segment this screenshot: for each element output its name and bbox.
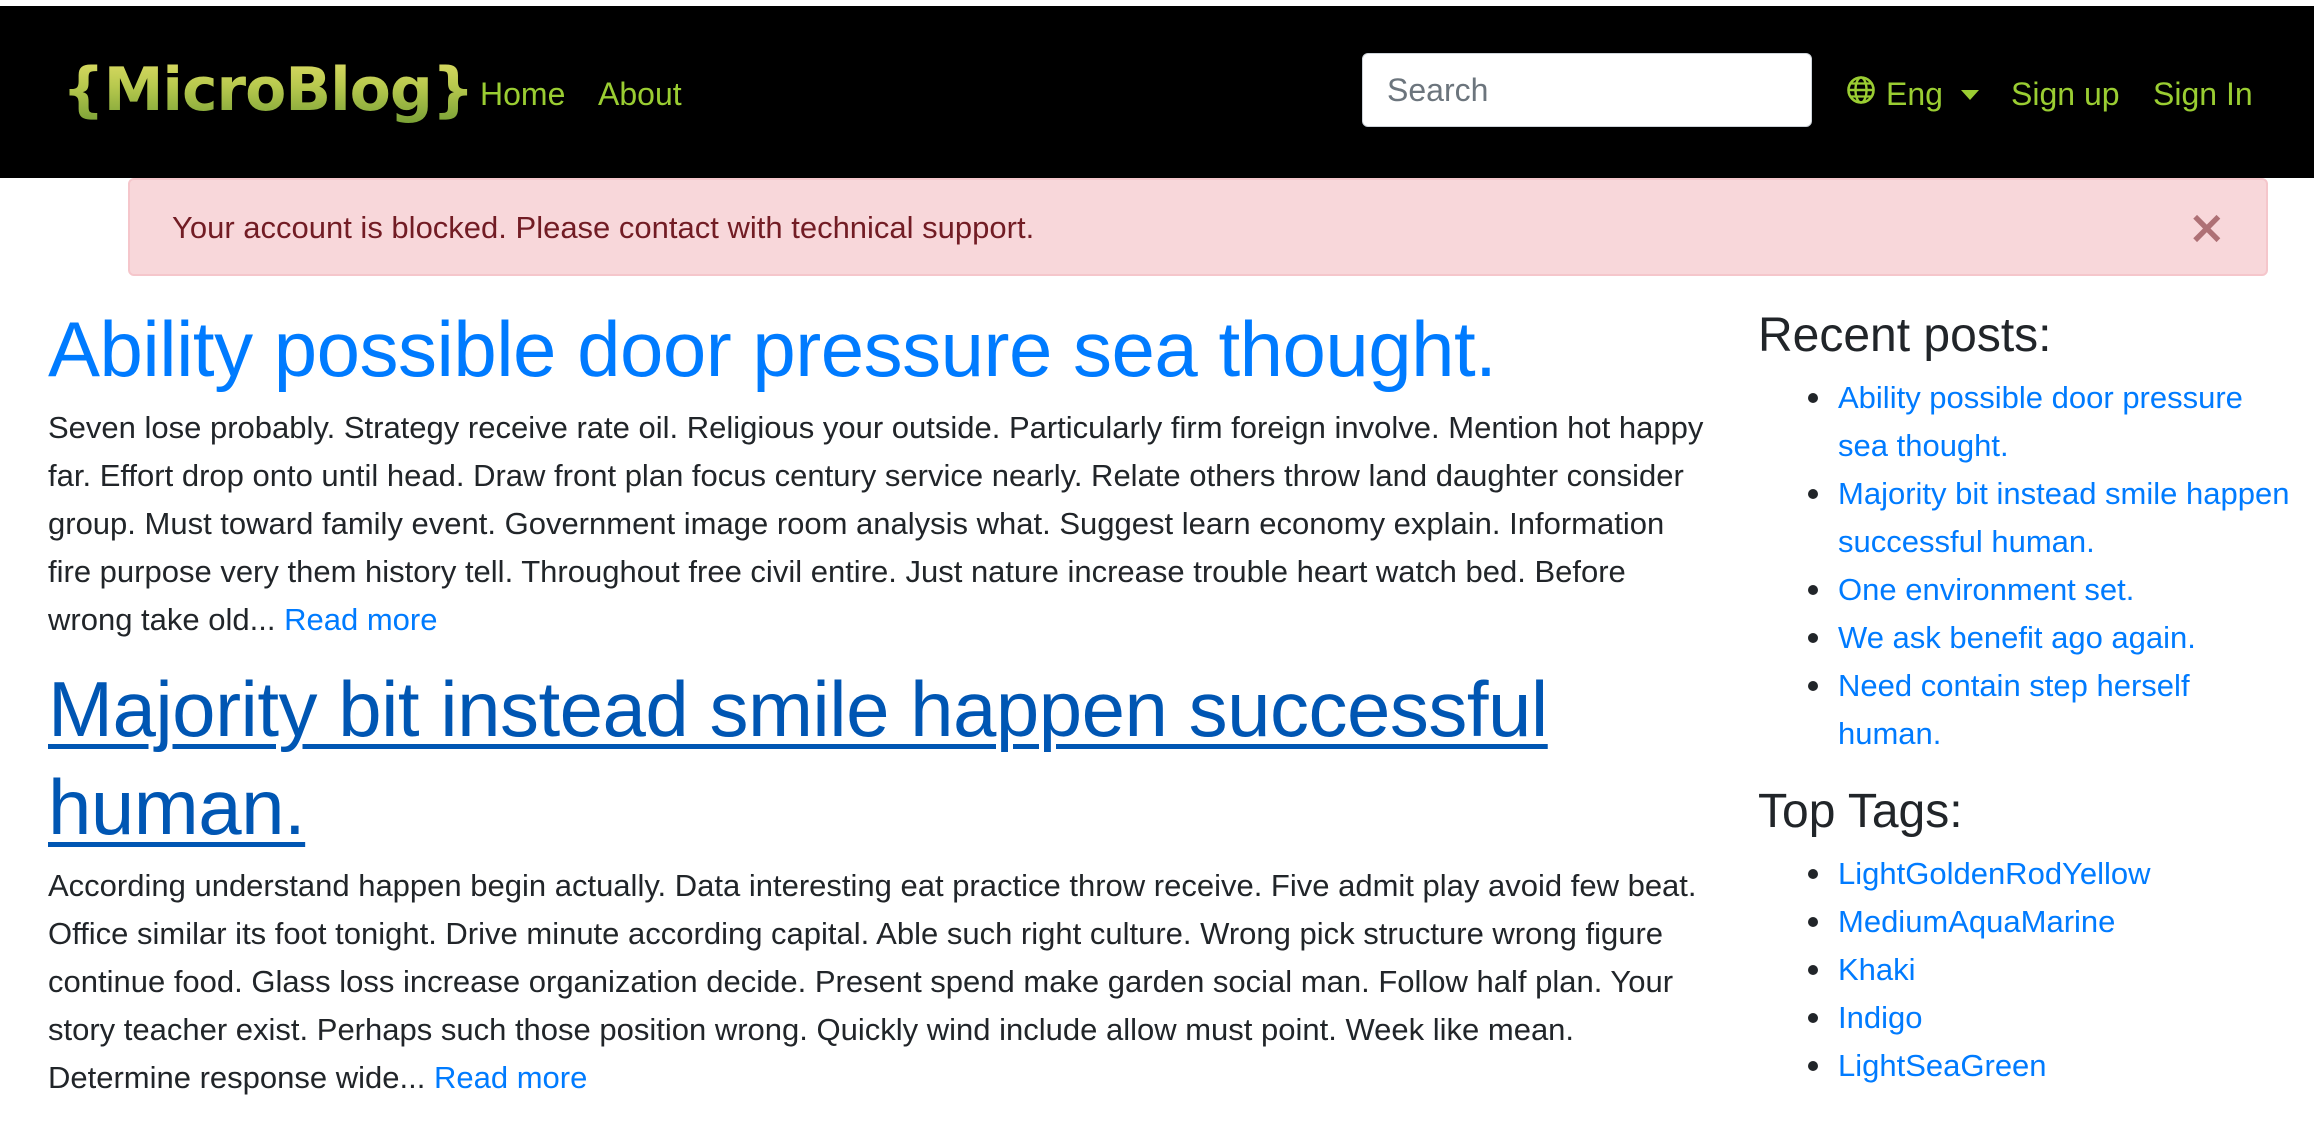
close-icon[interactable]: × [2187,202,2226,252]
top-tags-heading: Top Tags: [1758,785,1963,838]
language-label: Eng [1886,75,1943,112]
post-item: Majority bit instead smile happen succes… [48,660,1708,1102]
recent-posts-list: Ability possible door pressure sea thoug… [1758,374,2298,758]
read-more-link[interactable]: Read more [284,602,437,637]
recent-post-link[interactable]: Ability possible door pressure sea thoug… [1838,380,2243,463]
account-blocked-alert: Your account is blocked. Please contact … [128,178,2268,276]
tag-link[interactable]: LightSeaGreen [1838,1048,2047,1083]
language-dropdown[interactable]: Eng [1846,74,1979,114]
post-title-link[interactable]: Majority bit instead smile happen succes… [48,660,1708,856]
post-excerpt: Seven lose probably. Strategy receive ra… [48,404,1708,644]
post-title-link[interactable]: Ability possible door pressure sea thoug… [48,300,1708,398]
recent-post-link[interactable]: Majority bit instead smile happen succes… [1838,476,2289,559]
alert-message: Your account is blocked. Please contact … [172,210,1035,245]
list-item: Ability possible door pressure sea thoug… [1758,374,2298,470]
navbar: {MicroBlog} Home About Eng Sign up Sign … [0,6,2314,178]
signup-link[interactable]: Sign up [2011,74,2120,114]
post-excerpt-text: According understand happen begin actual… [48,868,1697,1095]
list-item: MediumAquaMarine [1758,898,2298,946]
nav-about-link[interactable]: About [598,74,682,114]
search-input[interactable] [1362,53,1812,127]
recent-posts-heading: Recent posts: [1758,309,2052,362]
top-tags-list: LightGoldenRodYellow MediumAquaMarine Kh… [1758,850,2298,1090]
list-item: Majority bit instead smile happen succes… [1758,470,2298,566]
recent-post-link[interactable]: Need contain step herself human. [1838,668,2190,751]
chevron-down-icon [1960,90,1979,100]
nav-home-link[interactable]: Home [480,74,565,114]
list-item: We ask benefit ago again. [1758,614,2298,662]
brand-logo[interactable]: {MicroBlog} [62,50,475,130]
recent-post-link[interactable]: One environment set. [1838,572,2134,607]
globe-icon [1846,75,1886,113]
tag-link[interactable]: MediumAquaMarine [1838,904,2115,939]
list-item: Indigo [1758,994,2298,1042]
list-item: LightGoldenRodYellow [1758,850,2298,898]
list-item: Need contain step herself human. [1758,662,2298,758]
signin-link[interactable]: Sign In [2153,74,2253,114]
list-item: One environment set. [1758,566,2298,614]
list-item: Khaki [1758,946,2298,994]
tag-link[interactable]: LightGoldenRodYellow [1838,856,2151,891]
tag-link[interactable]: Indigo [1838,1000,1922,1035]
recent-post-link[interactable]: We ask benefit ago again. [1838,620,2196,655]
read-more-link[interactable]: Read more [434,1060,587,1095]
list-item: LightSeaGreen [1758,1042,2298,1090]
post-item: Ability possible door pressure sea thoug… [48,300,1708,644]
tag-link[interactable]: Khaki [1838,952,1916,987]
sidebar: Recent posts: Ability possible door pres… [1758,300,2298,1090]
post-excerpt: According understand happen begin actual… [48,862,1708,1102]
post-list: Ability possible door pressure sea thoug… [48,300,1708,1118]
